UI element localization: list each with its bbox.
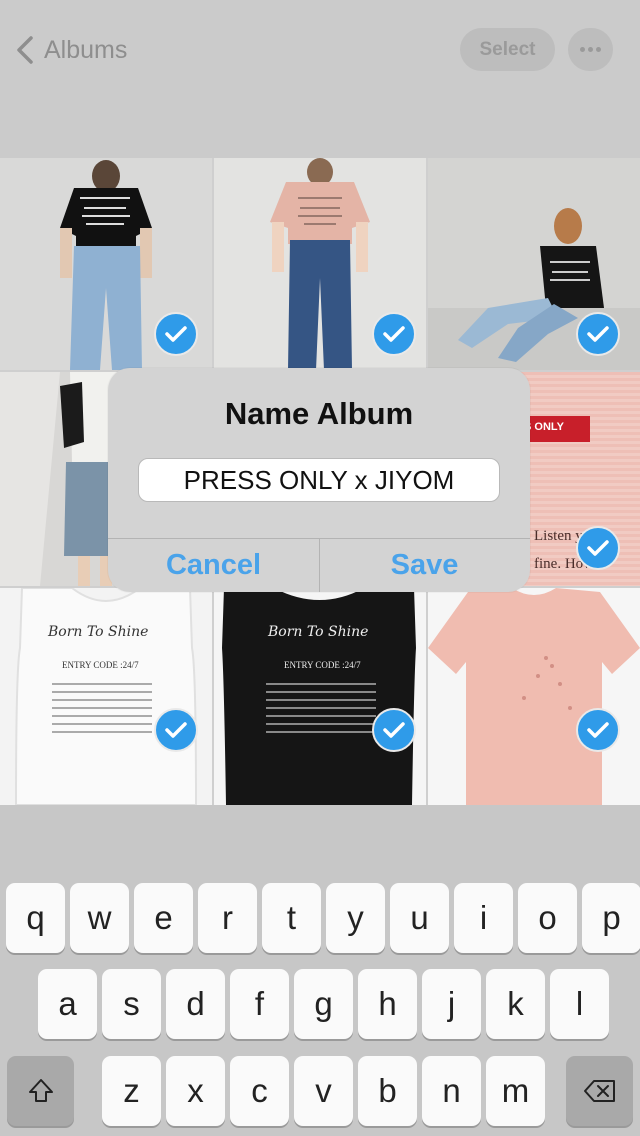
key-n[interactable]: n xyxy=(422,1056,481,1126)
selected-checkmark-icon xyxy=(372,312,416,356)
tank-script-text: Born To Shine xyxy=(48,624,149,640)
nav-header: Albums Select xyxy=(0,0,640,158)
photo-tile[interactable]: Born To Shine ENTRY CODE :24/7 xyxy=(0,588,212,805)
selected-checkmark-icon xyxy=(154,708,198,752)
photo-tile[interactable]: Born To Shine ENTRY CODE :24/7 xyxy=(214,588,426,805)
photo-tile[interactable] xyxy=(0,158,212,370)
chevron-left-icon xyxy=(17,36,33,64)
tank-script-text: Born To Shine xyxy=(268,624,369,640)
cancel-button[interactable]: Cancel xyxy=(108,539,319,592)
back-label: Albums xyxy=(44,35,128,64)
more-options-button[interactable] xyxy=(568,28,613,71)
white-tank-top-image xyxy=(14,588,198,805)
selected-checkmark-icon xyxy=(372,708,416,752)
name-album-dialog: Name Album PRESS ONLY x JIYOM Cancel Sav… xyxy=(108,368,530,592)
key-z[interactable]: z xyxy=(102,1056,161,1126)
select-button[interactable]: Select xyxy=(460,28,555,71)
pink-distressed-tee-image xyxy=(428,588,640,805)
key-p[interactable]: p xyxy=(582,883,640,953)
key-k[interactable]: k xyxy=(486,969,545,1039)
selected-checkmark-icon xyxy=(576,526,620,570)
key-w[interactable]: w xyxy=(70,883,129,953)
key-a[interactable]: a xyxy=(38,969,97,1039)
key-r[interactable]: r xyxy=(198,883,257,953)
selected-checkmark-icon xyxy=(576,312,620,356)
save-button[interactable]: Save xyxy=(319,539,530,592)
black-tank-top-image xyxy=(222,588,416,805)
ellipsis-dot xyxy=(596,47,601,52)
key-y[interactable]: y xyxy=(326,883,385,953)
key-b[interactable]: b xyxy=(358,1056,417,1126)
tank-entry-code-text: ENTRY CODE :24/7 xyxy=(62,660,139,670)
backspace-icon xyxy=(583,1080,615,1102)
key-u[interactable]: u xyxy=(390,883,449,953)
ellipsis-icon xyxy=(580,47,585,52)
key-o[interactable]: o xyxy=(518,883,577,953)
key-g[interactable]: g xyxy=(294,969,353,1039)
dialog-title: Name Album xyxy=(224,396,414,431)
shift-key[interactable] xyxy=(7,1056,74,1126)
key-e[interactable]: e xyxy=(134,883,193,953)
key-c[interactable]: c xyxy=(230,1056,289,1126)
key-j[interactable]: j xyxy=(422,969,481,1039)
key-v[interactable]: v xyxy=(294,1056,353,1126)
album-name-input[interactable]: PRESS ONLY x JIYOM xyxy=(138,458,500,502)
key-d[interactable]: d xyxy=(166,969,225,1039)
key-i[interactable]: i xyxy=(454,883,513,953)
ellipsis-dot xyxy=(588,47,593,52)
key-t[interactable]: t xyxy=(262,883,321,953)
key-s[interactable]: s xyxy=(102,969,161,1039)
selected-checkmark-icon xyxy=(154,312,198,356)
key-m[interactable]: m xyxy=(486,1056,545,1126)
photo-tile[interactable] xyxy=(428,588,640,805)
key-h[interactable]: h xyxy=(358,969,417,1039)
tank-entry-code-text: ENTRY CODE :24/7 xyxy=(284,660,361,670)
key-x[interactable]: x xyxy=(166,1056,225,1126)
backspace-key[interactable] xyxy=(566,1056,633,1126)
photo-tile[interactable] xyxy=(214,158,426,370)
back-button[interactable]: Albums xyxy=(16,30,127,70)
keyboard: qwertyuiop asdfghjkl zxcvbnm xyxy=(0,805,640,1136)
shift-icon xyxy=(28,1079,53,1102)
key-l[interactable]: l xyxy=(550,969,609,1039)
key-q[interactable]: q xyxy=(6,883,65,953)
photo-tile[interactable] xyxy=(428,158,640,370)
selected-checkmark-icon xyxy=(576,708,620,752)
key-f[interactable]: f xyxy=(230,969,289,1039)
